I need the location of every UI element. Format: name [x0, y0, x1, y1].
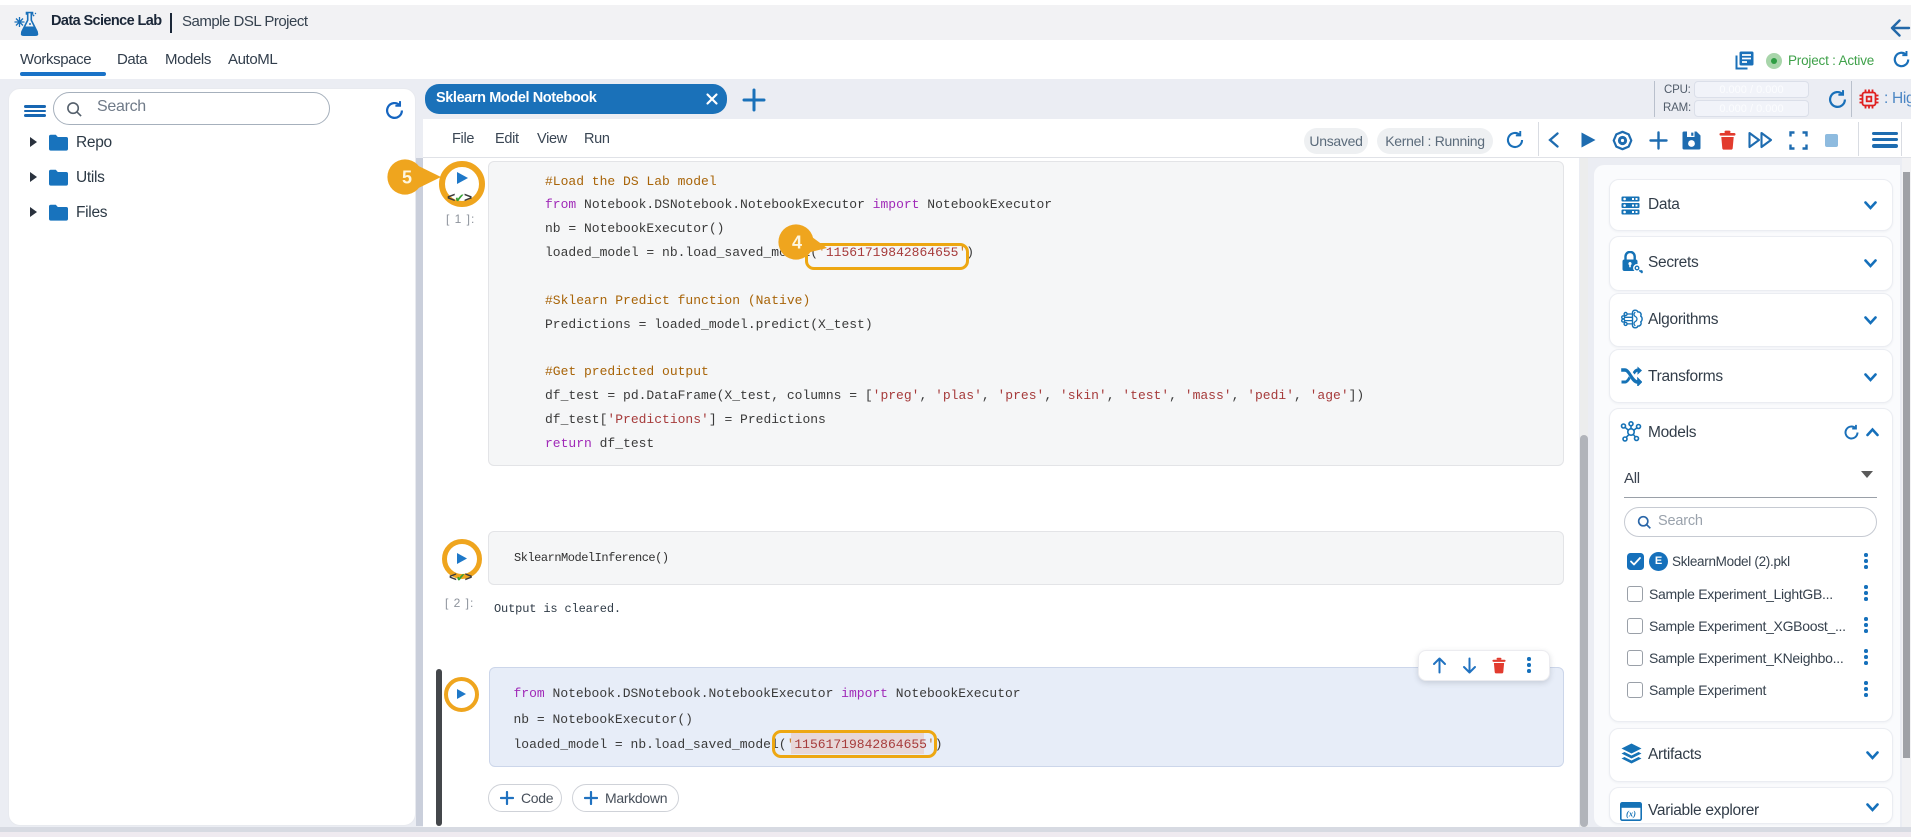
svg-text:(x): (x)	[1626, 809, 1636, 819]
svg-text:5: 5	[402, 168, 412, 188]
svg-text:4: 4	[792, 233, 802, 253]
